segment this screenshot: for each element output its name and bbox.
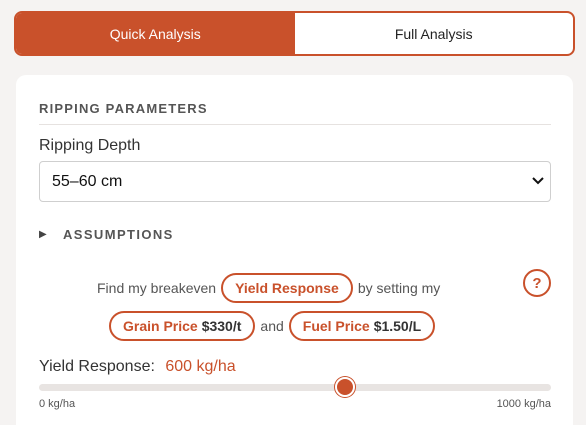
yield-response-value: 600 kg/ha [165, 358, 236, 375]
grain-price-value: $330/t [201, 318, 242, 334]
fuel-price-value: $1.50/L [373, 318, 422, 334]
ripping-depth-value: 55–60 cm [52, 172, 123, 190]
section-divider [39, 124, 551, 125]
triangle-right-icon: ▶ [39, 229, 47, 240]
assumptions-label: ASSUMPTIONS [63, 227, 174, 242]
breakeven-sentence-line1: Find my breakeven Yield Response by sett… [97, 272, 440, 304]
tab-full-analysis[interactable]: Full Analysis [295, 13, 574, 54]
breakeven-sentence-line2: Grain Price $330/t and Fuel Price $1.50/… [109, 311, 436, 341]
fuel-price-label: Fuel Price [302, 318, 370, 334]
grain-price-pill[interactable]: Grain Price $330/t [109, 311, 256, 341]
breakeven-prefix: Find my breakeven [97, 280, 217, 296]
analysis-tabs: Quick Analysis Full Analysis [14, 11, 575, 56]
parameters-card: RIPPING PARAMETERS Ripping Depth 55–60 c… [16, 75, 573, 425]
yield-response-pill[interactable]: Yield Response [221, 273, 353, 303]
tab-quick-analysis[interactable]: Quick Analysis [16, 13, 295, 54]
yield-response-label: Yield Response: [39, 358, 155, 375]
breakeven-middle: by setting my [357, 280, 441, 296]
slider-thumb[interactable] [335, 377, 356, 397]
section-title: RIPPING PARAMETERS [39, 101, 208, 116]
help-icon[interactable]: ? [523, 269, 551, 297]
fuel-price-pill[interactable]: Fuel Price $1.50/L [288, 311, 436, 341]
and-text: and [260, 318, 284, 334]
yield-response-row: Yield Response: 600 kg/ha [39, 358, 236, 376]
ripping-depth-label: Ripping Depth [39, 137, 141, 154]
grain-price-label: Grain Price [123, 318, 198, 334]
yield-response-slider[interactable] [39, 377, 551, 397]
ripping-depth-select[interactable]: 55–60 cm [39, 161, 551, 202]
slider-max-label: 1000 kg/ha [496, 398, 551, 410]
assumptions-toggle[interactable]: ▶ ASSUMPTIONS [39, 227, 174, 242]
chevron-down-icon [532, 174, 544, 189]
slider-min-label: 0 kg/ha [39, 398, 76, 410]
